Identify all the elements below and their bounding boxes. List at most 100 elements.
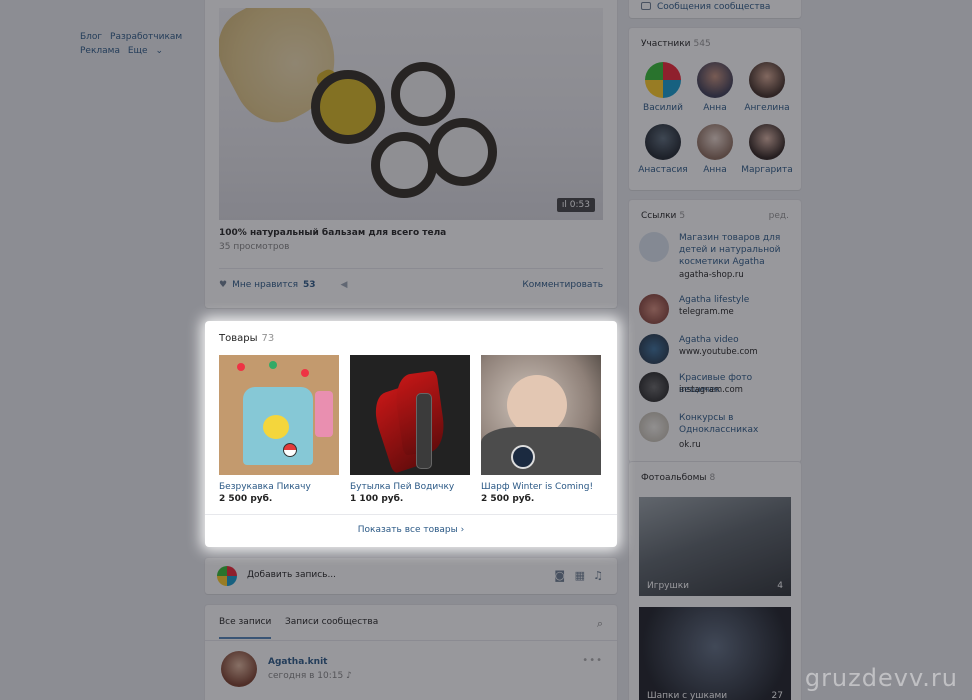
footer-link-blog[interactable]: Блог [80, 32, 102, 42]
community-messages[interactable]: Сообщения сообщества [629, 0, 801, 18]
tab-all-posts[interactable]: Все записи [219, 617, 272, 639]
link-item[interactable]: Конкурсы в Одноклассниках ok.ru [639, 412, 794, 456]
decor-dot [237, 363, 245, 371]
like-button[interactable]: ♥ Мне нравится 53 ◀ [219, 280, 347, 290]
add-post-box[interactable]: Добавить запись... ◙ ▦ ♫ [205, 558, 617, 594]
good-name: Бутылка Пей Водичку [350, 482, 455, 492]
member-4[interactable]: Анастасия [633, 124, 693, 175]
video-title[interactable]: 100% натуральный бальзам для всего тела [219, 228, 446, 238]
video-icon[interactable]: ▦ [575, 569, 585, 582]
member-6[interactable]: Маргарита [737, 124, 797, 175]
link-url: ok.ru [679, 440, 701, 450]
link-title: Конкурсы в Одноклассниках [679, 413, 759, 435]
good-name: Безрукавка Пикачу [219, 482, 311, 492]
members-title: Участники [641, 39, 691, 49]
avatar [639, 412, 669, 442]
comment-button[interactable]: Комментировать [522, 280, 603, 290]
music-icon[interactable]: ♫ [593, 569, 603, 582]
avatar [697, 62, 733, 98]
member-1[interactable]: Василий [633, 62, 693, 113]
good-image [219, 355, 339, 475]
links-count: 5 [679, 211, 686, 221]
jar-3 [371, 132, 437, 198]
tab-community-posts[interactable]: Записи сообщества [285, 617, 378, 627]
good-image [350, 355, 470, 475]
album-hats[interactable]: Шапки с ушками 27 [639, 607, 791, 700]
post-date[interactable]: сегодня в 10:15 ♪ [268, 671, 352, 681]
divider [205, 514, 617, 515]
members-header[interactable]: Участники 545 [641, 39, 711, 49]
albums-title: Фотоальбомы [641, 473, 707, 483]
goods-grid: Безрукавка Пикачу 2 500 руб. Бутылка Пей… [219, 355, 601, 504]
community-avatar [217, 566, 237, 586]
member-name: Анастасия [638, 165, 688, 175]
member-name: Анна [703, 103, 727, 113]
footer-link-more[interactable]: Еще ⌄ [128, 46, 168, 56]
post-date-text: сегодня в 10:15 [268, 671, 344, 681]
album-toys[interactable]: Игрушки 4 [639, 497, 791, 596]
link-url: instagram.com [679, 385, 743, 395]
albums-header[interactable]: Фотоальбомы 8 [641, 473, 715, 483]
member-name: Василий [643, 103, 683, 113]
member-name: Маргарита [741, 165, 793, 175]
avatar [639, 372, 669, 402]
video-views: 35 просмотров [219, 242, 290, 252]
footer-link-ads[interactable]: Реклама [80, 46, 120, 56]
show-all-goods-link[interactable]: Показать все товары › [205, 525, 617, 535]
members-count: 545 [693, 39, 711, 49]
pikachu-shape [263, 415, 289, 439]
member-5[interactable]: Анна [685, 124, 745, 175]
more-options-icon[interactable]: ••• [582, 655, 603, 666]
link-item[interactable]: Красивые фото вещичек instagram.com [639, 372, 794, 402]
goods-count: 73 [261, 333, 275, 344]
link-item[interactable]: Agatha lifestyle telegram.me [639, 294, 794, 324]
good-price: 2 500 руб. [219, 494, 273, 504]
link-url: agatha-shop.ru [679, 270, 744, 280]
album-count: 27 [771, 691, 783, 700]
divider [219, 268, 603, 269]
footer-links: Блог Разработчикам Реклама Еще ⌄ [80, 30, 190, 58]
good-price: 2 500 руб. [481, 494, 535, 504]
footer-link-developers[interactable]: Разработчикам [110, 32, 182, 42]
link-item[interactable]: Магазин товаров для детей и натуральной … [639, 232, 794, 284]
avatar [697, 124, 733, 160]
good-item[interactable]: Шарф Winter is Coming! 2 500 руб. [481, 355, 601, 504]
good-item[interactable]: Бутылка Пей Водичку 1 100 руб. [350, 355, 470, 504]
good-price: 1 100 руб. [350, 494, 404, 504]
decor-dot [301, 369, 309, 377]
link-item[interactable]: Agatha video www.youtube.com [639, 334, 794, 364]
member-name: Ангелина [744, 103, 790, 113]
links-header[interactable]: Ссылки 5 [641, 211, 685, 221]
like-count: 53 [303, 280, 316, 290]
chevron-right-icon: › [460, 525, 465, 535]
avatar [639, 334, 669, 364]
camera-icon[interactable]: ◙ [554, 569, 565, 582]
links-title: Ссылки [641, 211, 677, 221]
member-2[interactable]: Анна [685, 62, 745, 113]
goods-title: Товары [219, 333, 258, 344]
video-thumbnail[interactable]: ıl 0:53 [219, 8, 603, 220]
avatar [645, 124, 681, 160]
link-url: www.youtube.com [679, 347, 758, 357]
jar-2 [391, 62, 455, 126]
author-avatar[interactable] [221, 651, 257, 687]
chart-icon: ıl [561, 200, 567, 210]
chevron-down-icon: ⌄ [155, 46, 163, 56]
watermark: gruzdevv.ru [804, 664, 958, 692]
show-all-label: Показать все товары [357, 525, 458, 535]
footer-link-more-label: Еще [127, 46, 148, 56]
video-duration: ıl 0:53 [556, 198, 595, 212]
wall-block: Все записи Записи сообщества ⌕ Agatha.kn… [205, 605, 617, 700]
add-post-placeholder[interactable]: Добавить запись... [247, 570, 336, 580]
links-block: Ссылки 5 ред. Магазин товаров для детей и… [629, 200, 801, 462]
post-author[interactable]: Agatha.knit [268, 657, 327, 667]
video-post: ıl 0:53 100% натуральный бальзам для все… [205, 0, 617, 308]
search-icon[interactable]: ⌕ [597, 617, 603, 631]
links-edit-button[interactable]: ред. [769, 211, 789, 221]
good-item[interactable]: Безрукавка Пикачу 2 500 руб. [219, 355, 339, 504]
goods-header[interactable]: Товары 73 [219, 333, 274, 344]
like-label: Мне нравится [232, 280, 298, 290]
albums-block: Фотоальбомы 8 Игрушки 4 Шапки с ушками 27 [629, 462, 801, 700]
megaphone-icon[interactable]: ◀ [341, 280, 348, 290]
member-3[interactable]: Ангелина [737, 62, 797, 113]
